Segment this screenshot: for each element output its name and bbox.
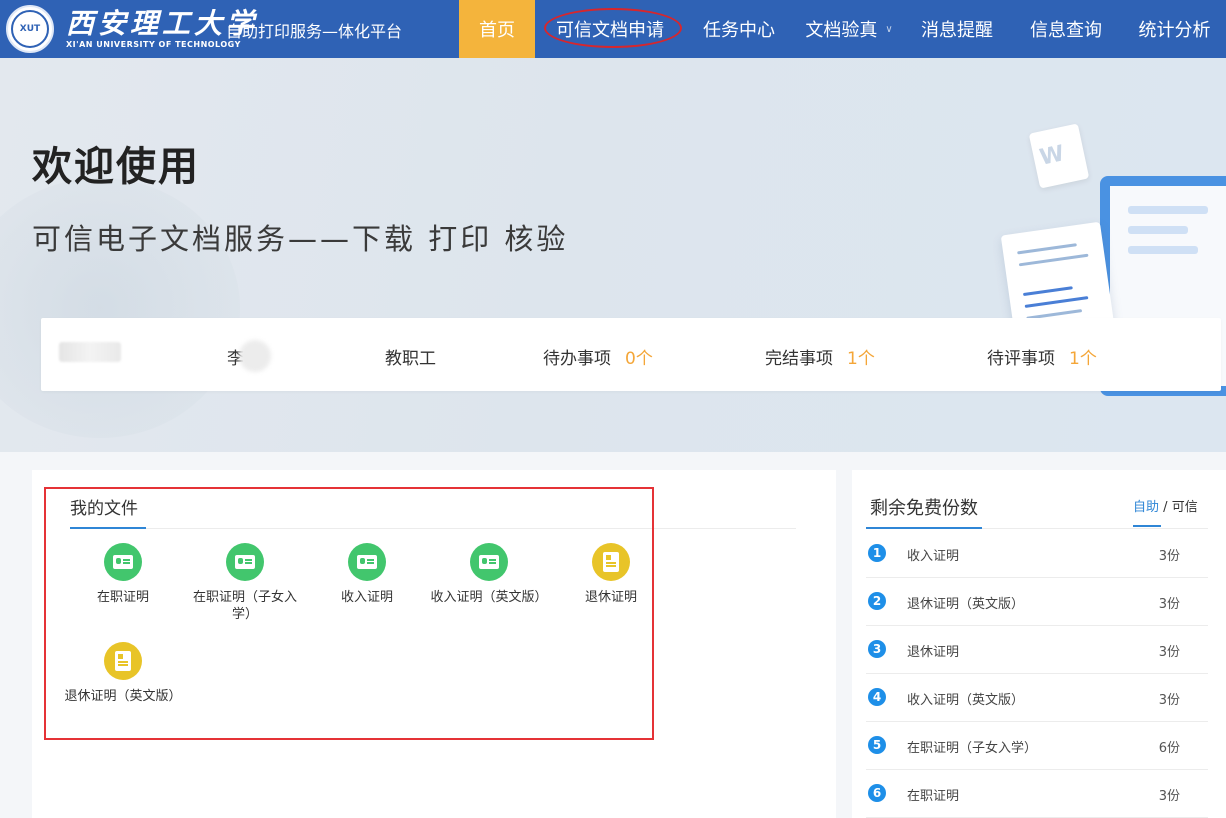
completed-count: 1个 [847,349,875,369]
file-item-employment-cert[interactable]: 在职证明 [63,543,183,606]
free-copies-title: 剩余免费份数 [870,498,978,519]
list-item[interactable]: 6 在职证明 3份 [866,770,1208,818]
id-card-icon [470,543,508,581]
user-role: 教职工 [385,349,436,369]
nav-doc-verify[interactable]: 文档验真 ∨ [793,0,905,58]
chevron-down-icon: ∨ [885,23,893,35]
pending-items[interactable]: 待办事项 0个 [543,344,653,369]
rank-badge: 3 [868,640,886,658]
nav-message-reminder[interactable]: 消息提醒 [905,0,1009,58]
review-count: 1个 [1069,349,1097,369]
rank-badge: 2 [868,592,886,610]
free-copies-panel: 剩余免费份数 自助 / 可信 1 收入证明 3份 2 退休证明（英文版） 3份 … [852,470,1226,818]
redacted-user-id [59,342,121,362]
completed-items[interactable]: 完结事项 1个 [765,344,875,369]
list-item[interactable]: 2 退休证明（英文版） 3份 [866,578,1208,626]
file-item-employment-cert-school[interactable]: 在职证明（子女入学） [185,543,305,623]
pending-count: 0个 [625,349,653,369]
welcome-banner: 欢迎使用 可信电子文档服务——下载 打印 核验 W [0,58,1226,452]
word-document-icon: W [1028,123,1090,189]
rank-badge: 6 [868,784,886,802]
top-navigation-bar: XUT 西安理工大学 XI'AN UNIVERSITY OF TECHNOLOG… [0,0,1226,58]
rank-badge: 4 [868,688,886,706]
rank-badge: 5 [868,736,886,754]
nav-trusted-doc-apply[interactable]: 可信文档申请 [535,0,685,58]
id-card-icon [104,543,142,581]
banner-illustration: W [990,118,1226,448]
list-item[interactable]: 5 在职证明（子女入学） 6份 [866,722,1208,770]
file-item-retirement-cert-english[interactable]: 退休证明（英文版） [63,642,183,705]
nav-task-center[interactable]: 任务中心 [685,0,793,58]
review-items[interactable]: 待评事项 1个 [987,344,1097,369]
tab-trusted[interactable]: 可信 [1172,500,1198,515]
list-item[interactable]: 1 收入证明 3份 [866,530,1208,578]
free-copies-tabs: 自助 / 可信 [1133,500,1198,515]
list-item[interactable]: 3 退休证明 3份 [866,626,1208,674]
main-nav: 首页 可信文档申请 任务中心 文档验真 ∨ 消息提醒 信息查询 统计分析 [459,0,1226,58]
document-icon [104,642,142,680]
banner-subtitle: 可信电子文档服务——下载 打印 核验 [32,222,569,256]
redacted-name-part [239,340,271,372]
university-seal-icon: XUT [6,5,54,53]
list-item[interactable]: 4 收入证明（英文版） 3份 [866,674,1208,722]
nav-home[interactable]: 首页 [459,0,535,58]
tab-self-service[interactable]: 自助 [1133,500,1159,515]
nav-statistics[interactable]: 统计分析 [1123,0,1226,58]
file-item-income-cert[interactable]: 收入证明 [307,543,427,606]
file-item-income-cert-english[interactable]: 收入证明（英文版） [429,543,549,606]
my-files-title: 我的文件 [70,499,138,519]
id-card-icon [348,543,386,581]
my-files-panel: 我的文件 在职证明 在职证明（子女入学） 收入证明 收入证明（英文版） 退休证明… [32,470,836,818]
user-info-bar: 李 教职工 待办事项 0个 完结事项 1个 待评事项 1个 [41,318,1221,391]
platform-title: 自助打印服务—体化平台 [226,22,403,41]
file-item-retirement-cert[interactable]: 退休证明 [551,543,671,606]
document-icon [592,543,630,581]
welcome-heading: 欢迎使用 [32,144,200,190]
university-logo[interactable]: XUT 西安理工大学 XI'AN UNIVERSITY OF TECHNOLOG… [6,4,258,54]
id-card-icon [226,543,264,581]
nav-info-query[interactable]: 信息查询 [1009,0,1123,58]
page: XUT 西安理工大学 XI'AN UNIVERSITY OF TECHNOLOG… [0,0,1226,818]
rank-badge: 1 [868,544,886,562]
